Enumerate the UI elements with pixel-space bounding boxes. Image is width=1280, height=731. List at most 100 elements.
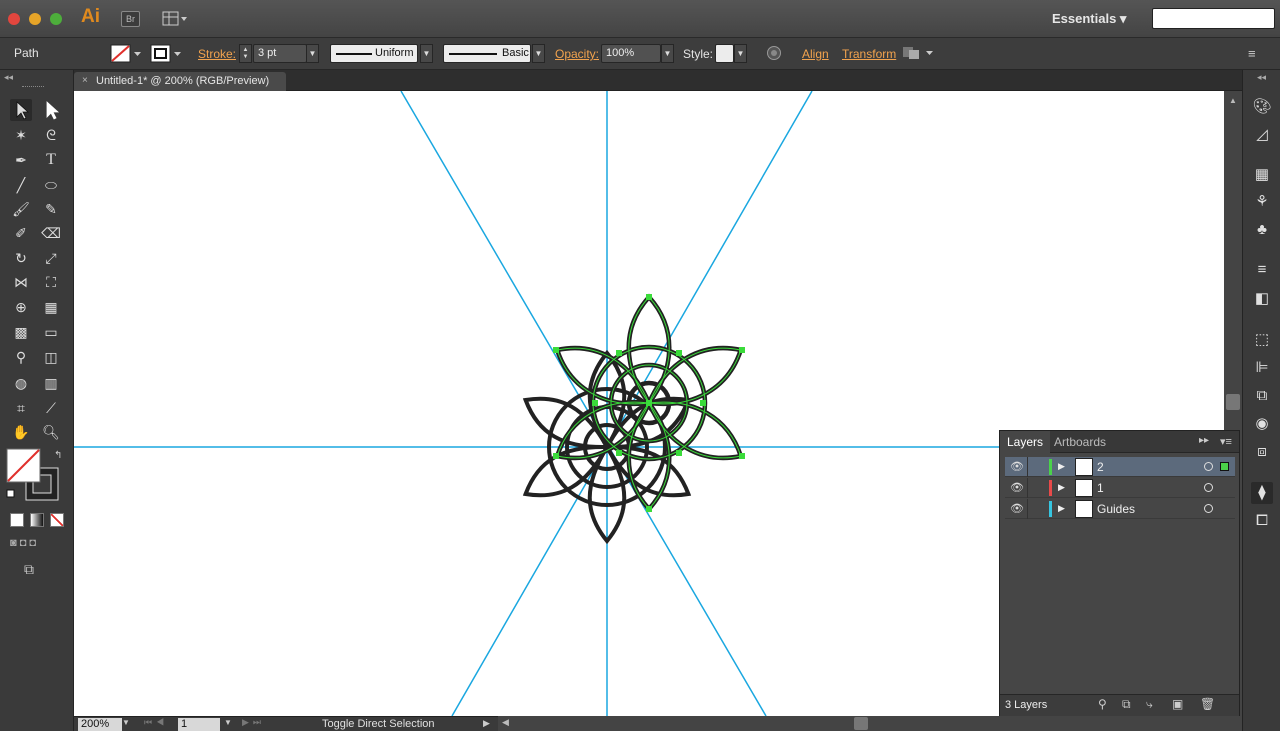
graphic-style-dropdown[interactable]: ▼ <box>734 44 747 63</box>
graphic-style-swatch[interactable] <box>715 44 734 63</box>
layer-row-2[interactable]: 👁︎ ▶ 2 <box>1005 457 1235 477</box>
artboards-icon[interactable]: ⧠ <box>1251 510 1273 532</box>
slice-tool-icon[interactable]: ⟋ <box>40 397 62 419</box>
target-icon[interactable] <box>1204 462 1213 471</box>
color-mode-button[interactable] <box>10 513 24 527</box>
pencil-tool-icon[interactable]: ✎ <box>40 198 62 220</box>
eraser-tool-icon[interactable]: ⌫ <box>40 222 62 244</box>
target-icon[interactable] <box>1204 483 1213 492</box>
column-graph-tool-icon[interactable]: ▥ <box>40 372 62 394</box>
tab-layers[interactable]: Layers <box>1000 431 1051 453</box>
artboard-tool-icon[interactable]: ⌗ <box>10 397 32 419</box>
layer-name[interactable]: Guides <box>1097 502 1135 516</box>
arrange-documents-icon[interactable] <box>162 11 188 27</box>
expand-layer-icon[interactable]: ▶ <box>1058 482 1065 493</box>
fill-swatch[interactable] <box>110 44 144 63</box>
type-tool-icon[interactable]: T <box>40 149 62 171</box>
bridge-button[interactable]: Br <box>121 11 140 27</box>
fill-stroke-swatches[interactable]: ↰ <box>6 448 64 502</box>
lasso-tool-icon[interactable]: ᘓ <box>40 124 62 146</box>
free-transform-tool-icon[interactable]: ⛶ <box>40 271 62 293</box>
stroke-weight-dropdown[interactable]: ▼ <box>306 44 319 63</box>
new-layer-icon[interactable]: ▣ <box>1172 697 1183 711</box>
paintbrush-tool-icon[interactable]: 🖌 <box>10 198 32 220</box>
close-window-button[interactable] <box>8 13 20 25</box>
none-mode-button[interactable] <box>50 513 64 527</box>
close-document-icon[interactable]: × <box>82 75 88 86</box>
opacity-link[interactable]: Opacity: <box>555 47 599 61</box>
stroke-weight-stepper[interactable]: ▲ ▼ <box>239 44 252 63</box>
layer-row-1[interactable]: 👁︎ ▶ 1 <box>1005 478 1235 498</box>
rotate-tool-icon[interactable]: ↻ <box>10 247 32 269</box>
shape-builder-tool-icon[interactable]: ⊕ <box>10 296 32 318</box>
scroll-up-icon[interactable]: ▲ <box>1229 96 1237 105</box>
delete-layer-icon[interactable]: 🗑︎ <box>1200 697 1215 711</box>
zoom-dropdown-icon[interactable]: ▼ <box>122 718 130 727</box>
opacity-dropdown[interactable]: ▼ <box>661 44 674 63</box>
blob-brush-tool-icon[interactable]: ✐ <box>10 222 32 244</box>
drawing-modes[interactable]: ◙ ◘ ◘ <box>10 537 64 551</box>
screen-mode-icon[interactable]: ⧉ <box>24 561 44 577</box>
color-panel-icon[interactable]: 🎨︎ <box>1251 96 1273 118</box>
layer-name[interactable]: 1 <box>1097 481 1104 495</box>
symbol-sprayer-tool-icon[interactable]: ◍ <box>10 372 32 394</box>
blend-tool-icon[interactable]: ◫ <box>40 346 62 368</box>
selection-indicator[interactable] <box>1220 462 1229 471</box>
document-tab[interactable]: Untitled-1* @ 200% (RGB/Preview) <box>74 72 286 91</box>
swatches-icon[interactable]: ▦ <box>1251 164 1273 186</box>
color-guide-icon[interactable]: ◿ <box>1251 124 1273 146</box>
new-sublayer-icon[interactable]: ⤷ <box>1146 697 1153 712</box>
brush-definition[interactable]: Basic <box>443 44 531 63</box>
hand-tool-icon[interactable]: ✋ <box>10 421 32 443</box>
transform-link[interactable]: Transform <box>842 47 896 61</box>
expand-panels-icon[interactable]: ◂◂ <box>1257 72 1266 83</box>
recolor-artwork-icon[interactable] <box>766 45 782 61</box>
isolate-object-icon[interactable] <box>902 45 934 61</box>
eyedropper-tool-icon[interactable]: ⚲ <box>10 346 32 368</box>
opacity-field[interactable]: 100% <box>601 44 661 63</box>
mesh-tool-icon[interactable]: ▩ <box>10 321 32 343</box>
expand-layer-icon[interactable]: ▶ <box>1058 503 1065 514</box>
stroke-weight-field[interactable]: 3 pt <box>253 44 307 63</box>
variable-width-profile[interactable]: Uniform <box>330 44 418 63</box>
layer-row-guides[interactable]: 👁︎ ▶ Guides <box>1005 499 1235 519</box>
search-input[interactable] <box>1152 8 1275 29</box>
visibility-eye-icon[interactable]: 👁︎ <box>1010 481 1024 494</box>
symbols-icon[interactable]: ♣ <box>1251 219 1273 241</box>
tab-artboards[interactable]: Artboards <box>1054 435 1106 449</box>
stroke-swatch[interactable] <box>150 44 184 63</box>
appearance-icon[interactable]: ◉ <box>1251 413 1273 435</box>
zoom-level-field[interactable]: 200% <box>78 718 122 731</box>
visibility-eye-icon[interactable]: 👁︎ <box>1010 460 1024 473</box>
stroke-icon[interactable]: ≡ <box>1251 259 1273 281</box>
zoom-tool-icon[interactable]: 🔍︎ <box>40 421 62 443</box>
gradient-icon[interactable]: ◧ <box>1251 288 1273 310</box>
line-segment-tool-icon[interactable]: ╱ <box>10 174 32 196</box>
expand-layer-icon[interactable]: ▶ <box>1058 461 1065 472</box>
first-prev-artboard-icon[interactable]: ⏮◀ <box>144 717 168 728</box>
transform-icon[interactable]: ⬚ <box>1251 329 1273 351</box>
horizontal-scroll-thumb[interactable] <box>854 717 868 730</box>
artboard-number-field[interactable]: 1 <box>178 718 220 731</box>
visibility-eye-icon[interactable]: 👁︎ <box>1010 502 1024 515</box>
status-menu-icon[interactable]: ▶ <box>483 718 490 729</box>
pathfinder-icon[interactable]: ⧉ <box>1251 385 1273 407</box>
collapse-tools-icon[interactable]: ◂◂ <box>4 72 13 83</box>
magic-wand-tool-icon[interactable]: ✶ <box>10 124 32 146</box>
next-last-artboard-icon[interactable]: ▶⏭ <box>242 717 265 728</box>
collapse-panel-icon[interactable]: ▸▸ <box>1199 435 1209 446</box>
locate-object-icon[interactable]: ⚲ <box>1098 697 1107 711</box>
brushes-icon[interactable]: ⚘ <box>1251 191 1273 213</box>
align-icon[interactable]: ⊫ <box>1251 357 1273 379</box>
workspace-switcher[interactable]: Essentials ▾ <box>1052 11 1126 27</box>
clipping-mask-icon[interactable]: ⧉ <box>1122 697 1131 712</box>
brush-dropdown[interactable]: ▼ <box>532 44 545 63</box>
profile-dropdown[interactable]: ▼ <box>420 44 433 63</box>
graphic-styles-icon[interactable]: ⧈ <box>1251 441 1273 463</box>
zoom-window-button[interactable] <box>50 13 62 25</box>
vertical-scroll-thumb[interactable] <box>1226 394 1240 410</box>
align-link[interactable]: Align <box>802 47 829 61</box>
gradient-tool-icon[interactable]: ▭ <box>40 321 62 343</box>
layers-icon[interactable]: ⧫ <box>1251 482 1273 504</box>
width-tool-icon[interactable]: ⋈ <box>10 271 32 293</box>
